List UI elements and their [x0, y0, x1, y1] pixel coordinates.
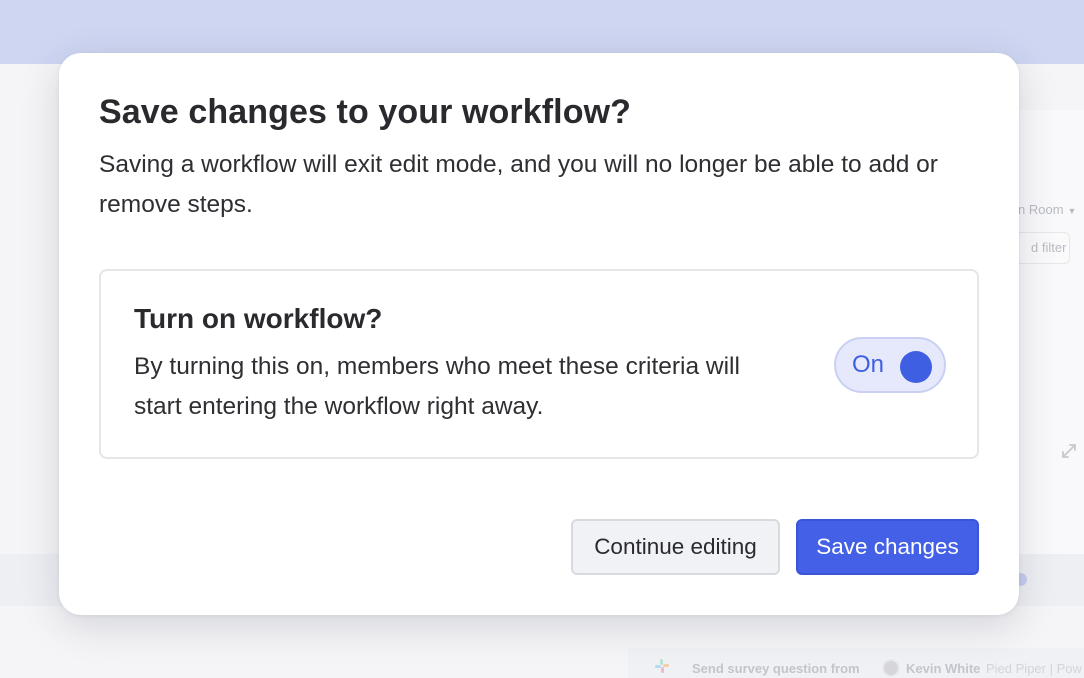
person-name: Kevin White — [906, 661, 981, 676]
slack-icon — [655, 659, 669, 673]
save-workflow-dialog: Save changes to your workflow? Saving a … — [59, 53, 1019, 615]
save-changes-button[interactable]: Save changes — [796, 519, 979, 575]
dialog-description: Saving a workflow will exit edit mode, a… — [99, 151, 938, 218]
toggle-label: On — [852, 351, 885, 378]
card-description: By turning this on, members who meet the… — [134, 353, 740, 420]
workflow-on-toggle[interactable]: On — [834, 337, 946, 393]
activity-action-text: Send survey question from — [692, 661, 860, 676]
card-title: Turn on workflow? — [134, 303, 383, 334]
toggle-knob — [900, 351, 932, 383]
continue-editing-button[interactable]: Continue editing — [571, 519, 780, 575]
add-filter-label: d filter — [1031, 240, 1067, 255]
person-org: Pied Piper | Pow — [986, 661, 1082, 676]
avatar — [882, 659, 900, 677]
dialog-title: Save changes to your workflow? — [99, 93, 632, 131]
turn-on-workflow-card: Turn on workflow? By turning this on, me… — [99, 269, 979, 459]
background-activity-row: Send survey question from Kevin White Pi… — [628, 648, 1084, 678]
chevron-down-icon: ▼ — [1067, 206, 1077, 216]
room-filter-dropdown[interactable]: n Room ▼ — [1018, 202, 1076, 217]
room-filter-label: n Room — [1018, 202, 1064, 217]
expand-icon[interactable] — [1060, 442, 1078, 460]
